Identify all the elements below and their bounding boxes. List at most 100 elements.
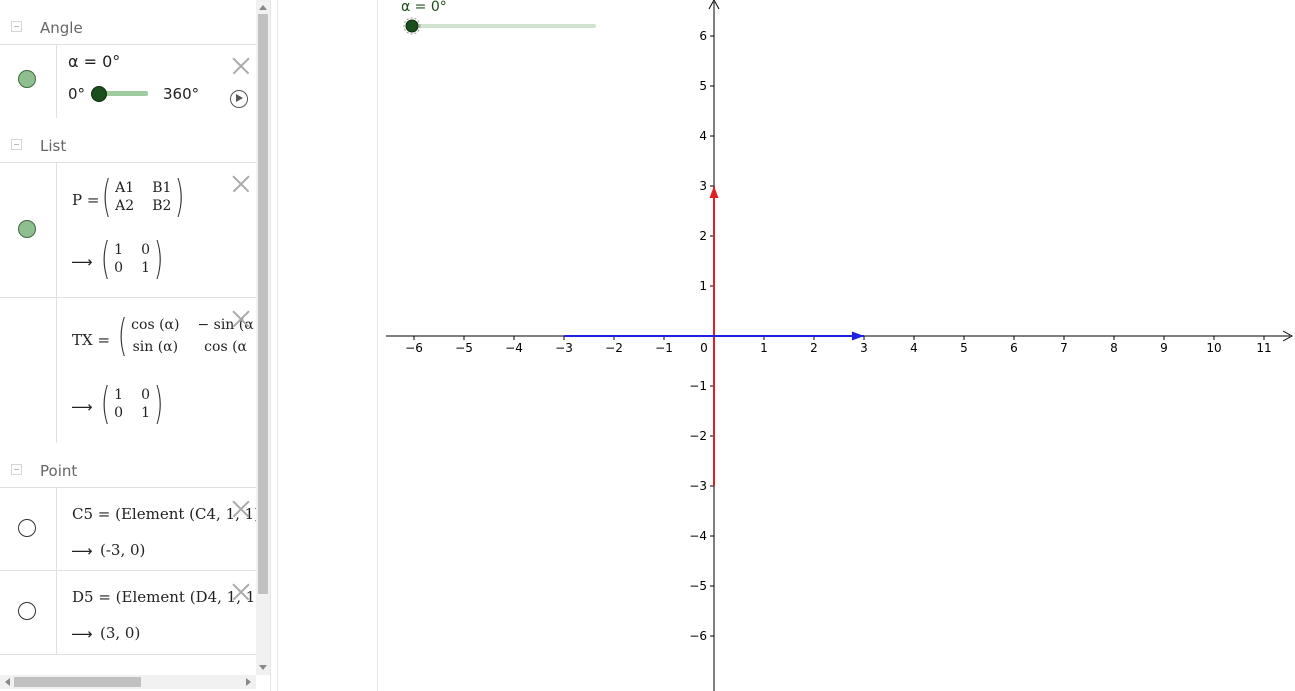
marble-column: [0, 163, 57, 298]
y-tick-label: −3: [689, 479, 707, 493]
matrix-cell: 1: [141, 405, 151, 421]
y-tick-label: 4: [699, 129, 707, 143]
x-tick-label: 11: [1256, 341, 1271, 355]
slider-max-label: 360°: [163, 85, 200, 103]
x-tick-label: 5: [960, 341, 968, 355]
x-tick-label: −4: [505, 341, 523, 355]
x-tick-label: 8: [1110, 341, 1118, 355]
matrix-cell: B1: [152, 180, 172, 196]
algebra-item-D5[interactable]: D5 = (Element (D4, 1, 1) , ⟶ (3, 0): [0, 570, 256, 655]
matrix-cell: 0: [114, 260, 124, 276]
scroll-up-icon[interactable]: [259, 5, 267, 10]
matrix-cell: 1: [114, 242, 124, 258]
horizontal-scrollbar[interactable]: [0, 675, 256, 689]
coordinate-plane[interactable]: −6 −5 −4 −3 −2 −1 0 1 2 3 4 5 6 7 8 9 10 11123456−1−2−3−4…: [278, 0, 1295, 691]
matrix-cell: 0: [114, 405, 124, 421]
delete-icon[interactable]: [232, 175, 250, 193]
x-tick-label: 1: [760, 341, 768, 355]
red-vector-arrowhead-icon: [709, 186, 719, 198]
result-arrow-icon: ⟶: [71, 625, 93, 643]
x-tick-label: 3: [860, 341, 868, 355]
y-tick-label: −4: [689, 529, 707, 543]
matrix-cell: A1: [115, 180, 135, 196]
alpha-definition[interactable]: α = 0°: [68, 52, 120, 71]
section-header-angle[interactable]: Angle: [0, 3, 256, 47]
blue-vector-arrowhead-icon: [852, 331, 864, 341]
visibility-marble-icon[interactable]: [18, 220, 36, 238]
matrix-cell: 1: [114, 387, 124, 403]
x-tick-label: −6: [405, 341, 423, 355]
slider-min-label: 0°: [68, 85, 86, 103]
algebra-item-C5[interactable]: C5 = (Element (C4, 1, 1) , ⟶ (-3, 0): [0, 487, 256, 571]
x-tick-label: 2: [810, 341, 818, 355]
vertical-scrollbar[interactable]: [256, 0, 270, 675]
matrix-cell: cos (α): [131, 317, 180, 333]
view-divider[interactable]: [270, 0, 278, 691]
y-tick-label: 2: [699, 229, 707, 243]
algebra-item-TX[interactable]: TX = ( cos (α) − sin (α sin (α) cos (α ⟶…: [0, 297, 256, 443]
TX-label: TX =: [72, 331, 111, 349]
scrollbar-thumb[interactable]: [258, 14, 268, 594]
matrix-cell: 1: [141, 260, 151, 276]
C5-definition[interactable]: C5 = (Element (C4, 1, 1) ,: [72, 505, 256, 523]
delete-icon[interactable]: [232, 500, 250, 518]
y-tick-label: 5: [699, 79, 707, 93]
section-header-list[interactable]: List: [0, 121, 256, 165]
scroll-down-icon[interactable]: [259, 665, 267, 670]
matrix-cell: B2: [152, 198, 172, 214]
x-tick-label: 0: [700, 341, 708, 355]
section-header-point[interactable]: Point: [0, 446, 256, 490]
matrix-cell: 0: [141, 242, 151, 258]
graphics-view[interactable]: −6 −5 −4 −3 −2 −1 0 1 2 3 4 5 6 7 8 9 10 11 1 2 3 4 5 6 −1 −2 −3 −4…: [278, 0, 1295, 691]
matrix-cell: A2: [115, 198, 135, 214]
TX-result-matrix: ( 1 0 0 1 ): [100, 378, 164, 429]
x-tick-label: −1: [655, 341, 673, 355]
marble-column: [0, 571, 57, 654]
y-tick-label: 3: [699, 179, 707, 193]
C5-result: (-3, 0): [100, 541, 146, 559]
visibility-marble-icon[interactable]: [18, 70, 36, 88]
D5-result: (3, 0): [100, 624, 141, 642]
y-tick-label: −6: [689, 629, 707, 643]
algebra-view: Angle α = 0° 0° 360° List P = ( A1 B1 A2…: [0, 0, 270, 691]
scrollbar-thumb[interactable]: [14, 677, 141, 687]
graphics-slider-knob[interactable]: [405, 19, 419, 33]
delete-icon[interactable]: [232, 310, 250, 328]
x-tick-label: −5: [455, 341, 473, 355]
P-label: P =: [72, 191, 100, 209]
section-title-point: Point: [40, 462, 78, 480]
marble-column: [0, 298, 57, 443]
scroll-right-icon[interactable]: [246, 678, 251, 686]
y-tick-label: 1: [699, 279, 707, 293]
delete-icon[interactable]: [232, 57, 250, 75]
x-tick-label: 6: [1010, 341, 1018, 355]
x-tick-label: 10: [1206, 341, 1221, 355]
alpha-slider-knob[interactable]: [91, 86, 107, 102]
marble-column: [0, 45, 57, 118]
marble-column: [0, 488, 57, 571]
x-tick-label: 7: [1060, 341, 1068, 355]
D5-definition[interactable]: D5 = (Element (D4, 1, 1) ,: [72, 588, 256, 606]
collapse-toggle-icon[interactable]: [11, 21, 22, 32]
y-tick-label: 6: [699, 29, 707, 43]
section-title-list: List: [40, 137, 67, 155]
result-arrow-icon: ⟶: [71, 542, 93, 560]
matrix-cell: sin (α): [132, 339, 179, 355]
visibility-marble-icon[interactable]: [18, 602, 36, 620]
play-icon[interactable]: [230, 90, 248, 108]
P-result-matrix: ( 1 0 0 1 ): [100, 233, 164, 284]
visibility-marble-icon[interactable]: [18, 519, 36, 537]
collapse-toggle-icon[interactable]: [11, 464, 22, 475]
x-tick-label: −3: [555, 341, 573, 355]
matrix-cell: cos (α: [204, 339, 247, 355]
y-tick-label: −2: [689, 429, 707, 443]
scroll-left-icon[interactable]: [5, 678, 10, 686]
x-tick-label: 4: [910, 341, 918, 355]
result-arrow-icon: ⟶: [71, 253, 93, 271]
collapse-toggle-icon[interactable]: [11, 139, 22, 150]
section-title-angle: Angle: [40, 19, 83, 37]
algebra-item-alpha[interactable]: α = 0° 0° 360°: [0, 44, 256, 118]
matrix-cell: 0: [141, 387, 151, 403]
algebra-item-P[interactable]: P = ( A1 B1 A2 B2 ) ⟶ ( 1 0 0 1 ): [0, 162, 256, 298]
delete-icon[interactable]: [232, 583, 250, 601]
